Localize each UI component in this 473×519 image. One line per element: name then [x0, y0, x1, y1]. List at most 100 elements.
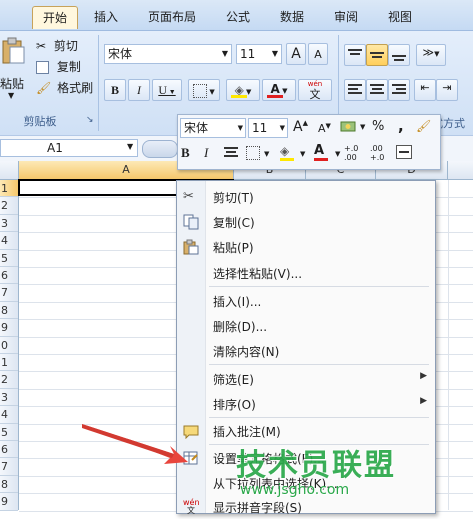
- row-header[interactable]: 5: [0, 424, 18, 441]
- menu-item-copy[interactable]: 复制(C): [177, 210, 435, 234]
- paste-button[interactable]: 粘贴 ▼: [0, 35, 26, 105]
- row-header[interactable]: 9: [0, 319, 18, 337]
- menu-item-clear-contents[interactable]: 清除内容(N): [177, 339, 435, 363]
- mini-format-painter-button[interactable]: 🖌: [416, 119, 431, 133]
- row-header[interactable]: 3: [0, 215, 18, 233]
- align-center-button[interactable]: [366, 79, 388, 101]
- orientation-button[interactable]: ≫▼: [416, 44, 446, 66]
- row-header[interactable]: 8: [0, 302, 18, 320]
- font-color-button[interactable]: A ▼: [262, 79, 296, 101]
- tab-insert[interactable]: 插入: [86, 6, 126, 28]
- format-painter-button[interactable]: 🖌 格式刷: [36, 79, 93, 97]
- mini-center-button[interactable]: [224, 146, 238, 163]
- mini-comma-button[interactable]: ,: [398, 117, 404, 135]
- dialog-launcher-icon[interactable]: ↘: [86, 115, 94, 125]
- mini-merge-center-button[interactable]: [396, 145, 412, 159]
- align-bottom-button[interactable]: [388, 44, 410, 66]
- row-header[interactable]: 2: [0, 197, 18, 215]
- tab-data[interactable]: 数据: [272, 6, 312, 28]
- submenu-arrow-icon: ▶: [420, 396, 427, 406]
- row-header[interactable]: 1: [0, 354, 18, 372]
- mini-fill-color-button[interactable]: ◈: [280, 144, 294, 161]
- grow-font-button[interactable]: A: [286, 43, 306, 65]
- bold-button[interactable]: B: [104, 79, 126, 101]
- tab-home[interactable]: 开始: [32, 6, 78, 29]
- decrease-indent-button[interactable]: ⇤: [414, 79, 436, 101]
- row-header[interactable]: 7: [0, 284, 18, 302]
- menu-item-filter[interactable]: 筛选(E) ▶: [177, 367, 435, 391]
- mini-increase-decimal-button[interactable]: +.0 .00: [344, 144, 358, 162]
- row-header[interactable]: 2: [0, 371, 18, 389]
- mini-font-color-button[interactable]: A: [314, 143, 328, 161]
- cut-button[interactable]: ✂ 剪切: [36, 37, 78, 55]
- row-header[interactable]: 5: [0, 250, 18, 267]
- copy-icon: [36, 61, 49, 74]
- italic-button[interactable]: I: [128, 79, 150, 101]
- menu-item-delete[interactable]: 删除(D)...: [177, 314, 435, 338]
- row-header-bar: 1234567890123456789: [0, 180, 19, 511]
- copy-button[interactable]: 复制: [36, 58, 81, 76]
- row-header[interactable]: 3: [0, 389, 18, 407]
- mini-bold-button[interactable]: B: [181, 145, 190, 161]
- menu-item-insert[interactable]: 插入(I)...: [177, 289, 435, 313]
- column-header-e[interactable]: [448, 161, 473, 179]
- increase-indent-button[interactable]: ⇥: [436, 79, 458, 101]
- decrease-decimal-top: .00: [370, 144, 383, 153]
- align-top-icon: [348, 49, 362, 55]
- mini-font-size-combo[interactable]: 11 ▼: [248, 118, 288, 138]
- phonetic-button[interactable]: wén 文: [298, 79, 332, 101]
- menu-item-sort[interactable]: 排序(O) ▶: [177, 392, 435, 416]
- name-box[interactable]: A1 ▼: [0, 139, 138, 157]
- row-header[interactable]: 8: [0, 476, 18, 494]
- tab-review[interactable]: 审阅: [326, 6, 366, 28]
- align-right-button[interactable]: [388, 79, 410, 101]
- fill-color-button[interactable]: ◈ ▼: [226, 79, 260, 101]
- font-color-icon: A: [270, 82, 280, 96]
- mini-borders-button[interactable]: [246, 146, 260, 160]
- font-size-combo[interactable]: 11 ▼: [236, 44, 282, 64]
- shrink-font-button[interactable]: A: [308, 43, 328, 65]
- align-top-button[interactable]: [344, 44, 366, 66]
- underline-button[interactable]: U ▼: [152, 79, 182, 101]
- menu-item-cut[interactable]: ✂ 剪切(T): [177, 185, 435, 209]
- mini-font-name-combo[interactable]: 宋体 ▼: [180, 118, 246, 138]
- formula-bar-splitter[interactable]: [142, 140, 178, 158]
- menu-item-label: 选择性粘贴(V)...: [213, 267, 303, 281]
- row-header[interactable]: 1: [0, 180, 18, 198]
- mini-italic-button[interactable]: I: [204, 145, 208, 161]
- row-header[interactable]: 4: [0, 406, 18, 424]
- menu-item-show-phonetic[interactable]: wén 文 显示拼音字段(S): [177, 495, 435, 519]
- mini-accounting-button[interactable]: [340, 119, 358, 135]
- chevron-down-icon: ▼: [271, 49, 278, 58]
- copy-icon: [183, 214, 199, 230]
- align-middle-button[interactable]: [366, 44, 388, 66]
- tab-page-layout[interactable]: 页面布局: [140, 6, 204, 28]
- mini-shrink-font-button[interactable]: A▼: [318, 122, 331, 135]
- borders-button[interactable]: ▼: [188, 79, 220, 101]
- menu-item-label: 删除(D)...: [213, 320, 268, 334]
- row-header[interactable]: 7: [0, 458, 18, 476]
- row-header[interactable]: 0: [0, 337, 18, 354]
- paste-icon: [2, 37, 25, 64]
- watermark-url: www.jsgho.com: [240, 482, 350, 498]
- mini-grow-font-button[interactable]: A▲: [293, 119, 308, 135]
- mini-percent-button[interactable]: %: [372, 119, 384, 134]
- row-header[interactable]: 6: [0, 267, 18, 285]
- align-left-button[interactable]: [344, 79, 366, 101]
- underline-icon: U: [158, 83, 167, 97]
- tab-formulas[interactable]: 公式: [218, 6, 258, 28]
- font-name-combo[interactable]: 宋体 ▼: [104, 44, 232, 64]
- chevron-down-icon: ▼: [434, 50, 440, 58]
- menu-item-paste[interactable]: 粘贴(P): [177, 235, 435, 259]
- select-all-corner[interactable]: [0, 161, 19, 179]
- chevron-down-icon: ▼: [264, 150, 270, 158]
- shrink-font-icon: A: [314, 48, 322, 61]
- tab-view[interactable]: 视图: [380, 6, 420, 28]
- menu-item-paste-special[interactable]: 选择性粘贴(V)...: [177, 261, 435, 285]
- row-header[interactable]: 9: [0, 493, 18, 511]
- row-header[interactable]: 4: [0, 232, 18, 250]
- row-header[interactable]: 6: [0, 441, 18, 459]
- chevron-down-icon: ▼: [335, 150, 341, 158]
- chevron-down-icon: ▼: [279, 124, 285, 132]
- mini-decrease-decimal-button[interactable]: .00 +.0: [370, 144, 384, 162]
